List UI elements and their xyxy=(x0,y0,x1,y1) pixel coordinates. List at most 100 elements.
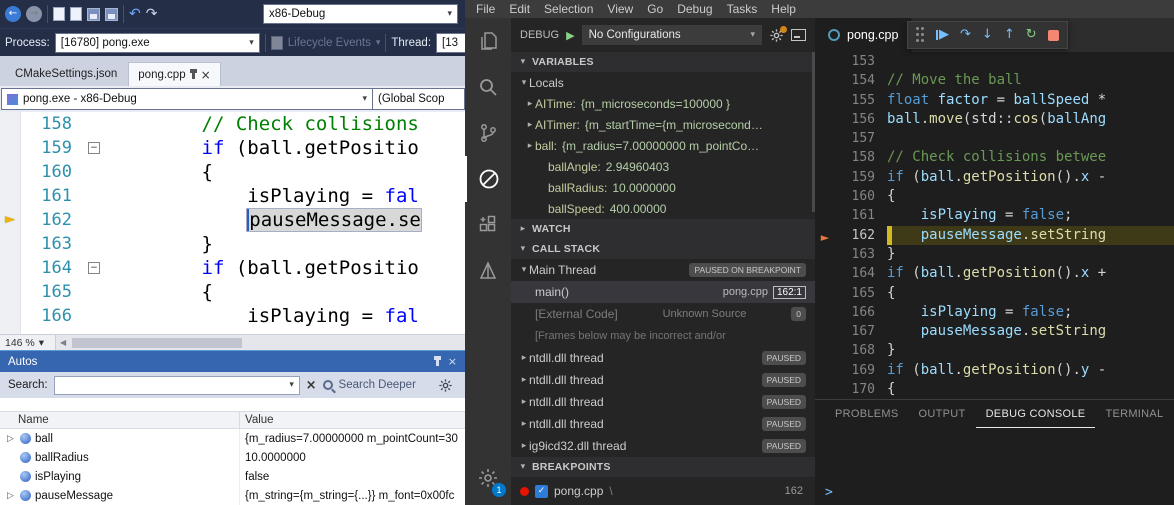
code-line[interactable]: 166 isPlaying = false; xyxy=(815,303,1174,322)
chevron-right-icon[interactable]: ▸ xyxy=(519,419,529,429)
code-line[interactable]: 164 − if (ball.getPositio xyxy=(0,256,465,280)
menu-file[interactable]: File xyxy=(469,0,502,18)
code-line[interactable]: 161 isPlaying = false; xyxy=(815,206,1174,225)
callstack-thread-row[interactable]: ▾ Main Thread PAUSED ON BREAKPOINT xyxy=(511,259,815,281)
debug-console-body[interactable]: > xyxy=(815,428,1174,505)
autos-search-box[interactable]: ▾ xyxy=(54,376,300,395)
navigate-back-icon[interactable]: ← xyxy=(5,6,21,22)
code-line[interactable]: 156ball.move(std::cos(ballAng xyxy=(815,110,1174,129)
editor-tab-pong-cpp[interactable]: pong.cpp xyxy=(815,18,912,52)
gutter[interactable] xyxy=(815,361,835,380)
configure-gear-icon[interactable] xyxy=(769,28,784,43)
open-file-icon[interactable] xyxy=(70,7,82,21)
gutter[interactable] xyxy=(815,322,835,341)
gutter[interactable] xyxy=(815,110,835,129)
start-debug-icon[interactable]: ▶ xyxy=(566,29,574,42)
activity-extensions[interactable] xyxy=(465,202,511,248)
continue-button[interactable]: ▶ xyxy=(936,21,949,49)
activity-source-control[interactable] xyxy=(465,110,511,156)
expand-icon[interactable]: ▷ xyxy=(5,491,16,501)
watch-section-header[interactable]: ▸ WATCH xyxy=(511,219,815,239)
open-console-icon[interactable] xyxy=(791,29,806,41)
gutter[interactable] xyxy=(815,91,835,110)
code-line[interactable]: 169if (ball.getPosition().y - xyxy=(815,361,1174,380)
gutter[interactable] xyxy=(815,71,835,90)
zoom-dropdown[interactable]: 146 % ▾ xyxy=(0,335,56,350)
gutter[interactable] xyxy=(815,284,835,303)
console-prompt-chevron[interactable]: > xyxy=(825,485,833,500)
search-deeper-button[interactable]: Search Deeper xyxy=(339,379,416,391)
code-line[interactable]: 165 { xyxy=(0,280,465,304)
breakpoint-current-icon[interactable]: ► xyxy=(821,231,829,244)
code-line[interactable]: 159 − if (ball.getPositio xyxy=(0,136,465,160)
tab-pong-cpp[interactable]: pong.cpp × xyxy=(128,62,220,86)
gutter[interactable] xyxy=(815,341,835,360)
fold-toggle-icon[interactable]: − xyxy=(88,142,100,154)
gutter[interactable] xyxy=(815,168,835,187)
menu-view[interactable]: View xyxy=(600,0,640,18)
code-line[interactable]: 161 isPlaying = fal xyxy=(0,184,465,208)
stop-button[interactable] xyxy=(1048,30,1059,41)
chevron-right-icon[interactable]: ▸ xyxy=(519,441,529,451)
clear-search-icon[interactable]: × xyxy=(306,378,317,393)
step-over-button[interactable]: ↷ xyxy=(960,21,971,49)
debug-configuration-dropdown[interactable]: No Configurations ▾ xyxy=(582,25,762,45)
code-line-current[interactable]: ► 162 pauseMessage.se xyxy=(0,208,465,232)
menu-go[interactable]: Go xyxy=(640,0,670,18)
search-deeper-icon[interactable] xyxy=(323,380,333,390)
expand-icon[interactable]: ▷ xyxy=(5,434,16,444)
code-line[interactable]: 160 { xyxy=(0,160,465,184)
global-scope-dropdown[interactable]: (Global Scop xyxy=(373,88,465,110)
activity-search[interactable] xyxy=(465,64,511,110)
chevron-right-icon[interactable]: ▸ xyxy=(525,99,535,109)
variable-row[interactable]: ▸ ball: {m_radius=7.00000000 m_pointCo… xyxy=(511,135,815,156)
code-line[interactable]: 154// Move the ball xyxy=(815,71,1174,90)
callstack-thread-row[interactable]: ▸ ntdll.dll thread PAUSED xyxy=(511,369,815,391)
column-header-value[interactable]: Value xyxy=(240,412,274,428)
new-file-icon[interactable] xyxy=(53,7,65,21)
save-icon[interactable] xyxy=(87,8,100,21)
code-line[interactable]: 168} xyxy=(815,341,1174,360)
scrollbar-thumb[interactable] xyxy=(72,338,242,348)
code-line[interactable]: 163} xyxy=(815,245,1174,264)
gutter[interactable] xyxy=(815,264,835,283)
activity-cmake[interactable] xyxy=(465,248,511,294)
gutter[interactable]: ► xyxy=(815,226,835,245)
breakpoint-row[interactable]: ✓ pong.cpp \ 162 xyxy=(511,477,815,505)
callstack-thread-row[interactable]: ▸ ntdll.dll thread PAUSED xyxy=(511,347,815,369)
variable-row[interactable]: ballSpeed: 400.00000 xyxy=(511,198,815,219)
gutter[interactable] xyxy=(815,148,835,167)
variables-group[interactable]: ▾ Locals xyxy=(511,72,815,93)
autos-row[interactable]: ▷ ball {m_radius=7.00000000 m_pointCount… xyxy=(0,429,465,448)
code-line[interactable]: 158// Check collisions betwee xyxy=(815,148,1174,167)
autos-window-titlebar[interactable]: Autos × xyxy=(0,350,465,372)
menu-tasks[interactable]: Tasks xyxy=(720,0,765,18)
breakpoint-checkbox[interactable]: ✓ xyxy=(535,485,548,498)
menu-debug[interactable]: Debug xyxy=(670,0,719,18)
callstack-thread-row[interactable]: ▸ ntdll.dll thread PAUSED xyxy=(511,413,815,435)
chevron-down-icon[interactable]: ▾ xyxy=(285,380,299,390)
code-line[interactable]: 166 isPlaying = fal xyxy=(0,304,465,328)
chevron-right-icon[interactable]: ▸ xyxy=(525,120,535,130)
gutter[interactable] xyxy=(815,52,835,71)
activity-settings[interactable]: 1 xyxy=(465,455,511,501)
undo-icon[interactable]: ↶ xyxy=(129,6,141,22)
code-line[interactable]: 167 pauseMessage.setString xyxy=(815,322,1174,341)
chevron-right-icon[interactable]: ▸ xyxy=(525,141,535,151)
close-icon[interactable]: × xyxy=(201,69,211,81)
process-dropdown[interactable]: [16780] pong.exe ▾ xyxy=(55,33,260,53)
code-line[interactable]: 160{ xyxy=(815,187,1174,206)
tab-problems[interactable]: PROBLEMS xyxy=(825,400,909,428)
code-line[interactable]: 153 xyxy=(815,52,1174,71)
project-scope-dropdown[interactable]: pong.exe - x86-Debug ▾ xyxy=(1,88,373,110)
menu-edit[interactable]: Edit xyxy=(502,0,537,18)
pin-icon[interactable] xyxy=(192,70,195,79)
restart-button[interactable]: ↻ xyxy=(1026,21,1037,49)
gutter[interactable] xyxy=(815,245,835,264)
callstack-thread-row[interactable]: ▸ ig9icd32.dll thread PAUSED xyxy=(511,435,815,457)
step-into-button[interactable]: ↓ xyxy=(982,21,993,49)
vscode-code-editor[interactable]: 153 154// Move the ball 155float factor … xyxy=(815,52,1174,399)
chevron-right-icon[interactable]: ▸ xyxy=(519,397,529,407)
vs-code-editor[interactable]: 158 // Check collisions 159 − if (ball.g… xyxy=(0,112,465,334)
call-stack-section-header[interactable]: ▾ CALL STACK xyxy=(511,239,815,259)
